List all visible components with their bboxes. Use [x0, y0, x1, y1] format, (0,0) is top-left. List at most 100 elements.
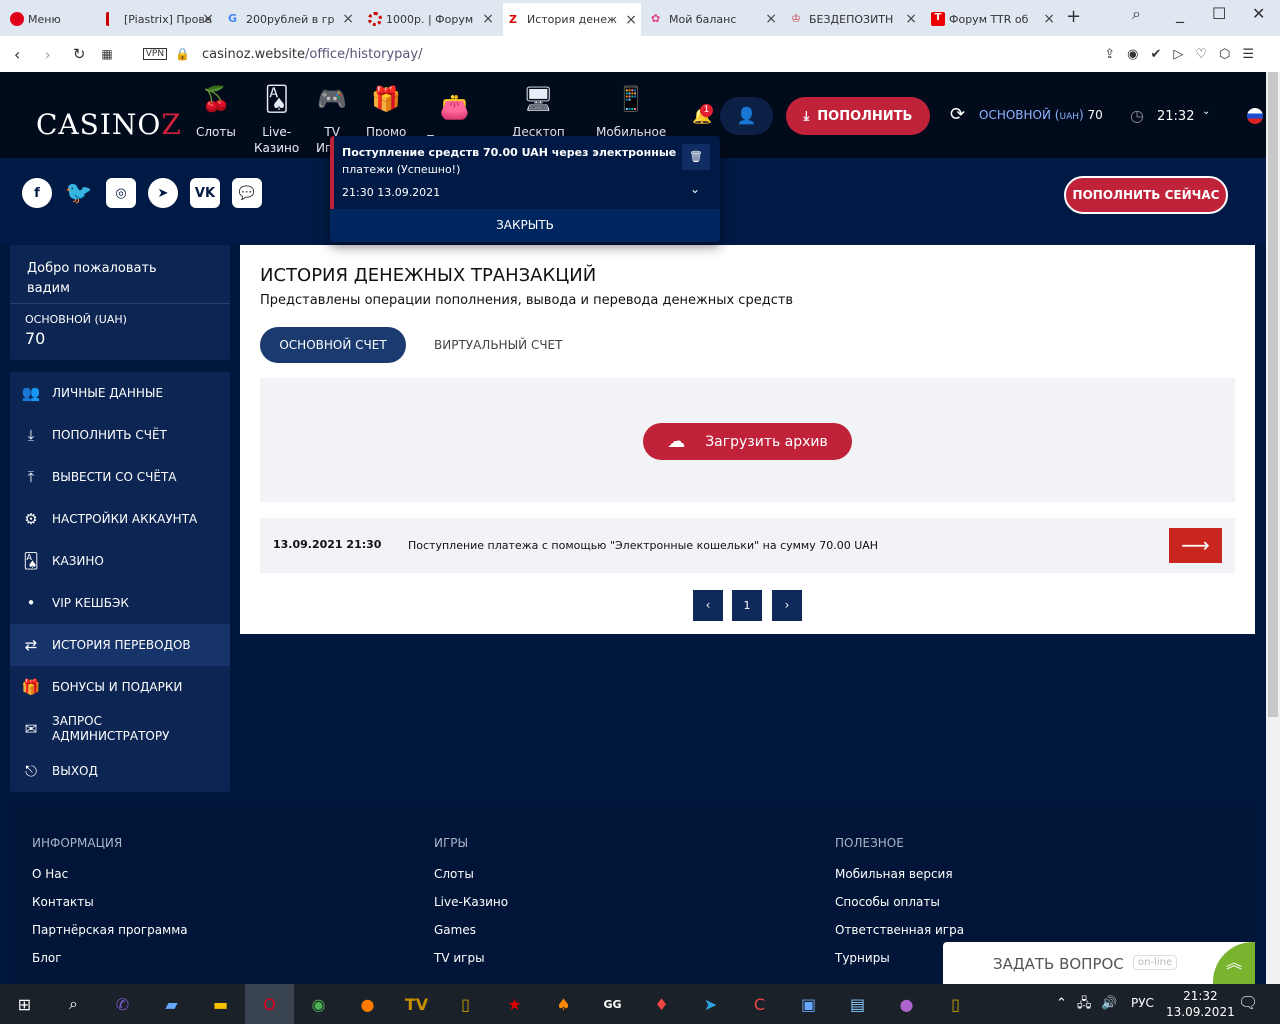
close-tab-icon[interactable]: × — [202, 11, 214, 27]
new-tab-button[interactable]: + — [1066, 6, 1081, 27]
sidebar-item-user-plus[interactable]: 👥 ЛИЧНЫЕ ДАННЫЕ — [10, 372, 230, 414]
app-icon[interactable]: ♦ — [637, 984, 686, 1024]
sidebar-item-arrows[interactable]: ⇄ ИСТОРИЯ ПЕРЕВОДОВ — [10, 624, 230, 666]
chevron-up-icon[interactable]: ︽ — [1213, 942, 1255, 984]
tab[interactable]: G 200рублей в гр × — [222, 6, 358, 32]
page-1-button[interactable]: 1 — [732, 590, 762, 621]
facebook-icon[interactable]: f — [22, 178, 52, 208]
footer-link[interactable]: Ответственная игра — [835, 923, 964, 937]
app-icon[interactable]: ▯ — [441, 984, 490, 1024]
profile-button[interactable]: 👤 — [720, 97, 773, 135]
close-tab-icon[interactable]: × — [625, 12, 637, 28]
maximize-button[interactable]: ☐ — [1212, 4, 1226, 23]
back-button[interactable]: ‹ — [14, 45, 20, 64]
speed-dial-icon[interactable]: ▦ — [101, 47, 112, 61]
vpn-badge[interactable]: VPN — [142, 48, 168, 60]
footer-link[interactable]: Слоты — [434, 867, 474, 881]
account-balance[interactable]: ОСНОВНОЙ (UAH) 70 — [979, 108, 1103, 122]
close-tab-icon[interactable]: × — [905, 11, 917, 27]
close-tab-icon[interactable]: × — [1043, 11, 1055, 27]
sidebar-item-envelope[interactable]: ✉ ЗАПРОС АДМИНИСТРАТОРУ — [10, 708, 230, 750]
toolbar-icons[interactable]: ⇪◉✔▷♡⬡☰ — [1104, 47, 1266, 62]
logo[interactable]: CASINOZ — [36, 108, 182, 141]
tv-app-icon[interactable]: TV — [392, 984, 441, 1024]
gg-icon[interactable]: GG — [588, 984, 637, 1024]
browser-menu[interactable]: Меню — [4, 6, 94, 32]
tab[interactable]: [Piastrix] Прове × — [100, 6, 218, 32]
close-window-button[interactable]: ✕ — [1252, 4, 1265, 23]
tab[interactable]: ✿ Мой баланс × — [645, 6, 781, 32]
tray-icons[interactable]: ⌃🖧🔊 — [1056, 994, 1128, 1016]
sidebar-item-exit[interactable]: ⎋ ВЫХОД — [10, 750, 230, 792]
chrome-icon[interactable]: ◉ — [294, 984, 343, 1024]
footer-link[interactable]: Live-Казино — [434, 895, 508, 909]
deposit-now-button[interactable]: ПОПОЛНИТЬ СЕЙЧАС — [1064, 176, 1228, 214]
deposit-button[interactable]: ⤓ ПОПОЛНИТЬ — [786, 97, 930, 135]
close-tab-icon[interactable]: × — [342, 11, 354, 27]
instagram-icon[interactable]: ◎ — [106, 178, 136, 208]
app-icon[interactable]: ▤ — [833, 984, 882, 1024]
scrollbar[interactable] — [1266, 72, 1280, 984]
sidebar-item-dot[interactable]: • VIP КЕШБЭК — [10, 582, 230, 624]
ask-question-widget[interactable]: ЗАДАТЬ ВОПРОС on-line ︽ — [943, 942, 1255, 984]
forward-button[interactable]: › — [44, 45, 50, 64]
telegram-taskbar-icon[interactable]: ➤ — [686, 984, 735, 1024]
close-tab-icon[interactable]: × — [765, 11, 777, 27]
tab[interactable]: ♔ БЕЗДЕПОЗИТН × — [785, 6, 921, 32]
trash-icon[interactable]: 🗑 — [682, 144, 710, 170]
arrow-right-button[interactable]: ⟶ — [1169, 528, 1222, 563]
opera-taskbar-icon[interactable]: O — [245, 984, 294, 1024]
ccleaner-icon[interactable]: C — [735, 984, 784, 1024]
nav-live-casino[interactable]: 🂡 Live- Казино — [254, 84, 299, 156]
language-indicator[interactable]: РУС — [1131, 996, 1154, 1010]
telegram-icon[interactable]: ➤ — [148, 178, 178, 208]
windows-start-icon[interactable]: ⊞ — [0, 984, 49, 1024]
tab[interactable]: T Форум TTR об × — [925, 6, 1059, 32]
chat-icon[interactable]: 💬 — [232, 178, 262, 208]
chevron-down-icon[interactable]: ⌄ — [1202, 106, 1210, 117]
nav-promo[interactable]: 🎁 Промо — [366, 84, 406, 140]
viber-icon[interactable]: ✆ — [98, 984, 147, 1024]
tab[interactable]: 1000р. | Форум × — [362, 6, 498, 32]
next-page-button[interactable]: › — [772, 590, 802, 621]
download-archive-button[interactable]: ☁ Загрузить архив — [643, 423, 852, 460]
app-icon[interactable]: ▯ — [931, 984, 980, 1024]
close-notification-button[interactable]: ЗАКРЫТЬ — [330, 209, 720, 242]
refresh-balance-icon[interactable]: ⟳ — [950, 104, 965, 125]
chevron-down-icon[interactable]: ⌄ — [690, 182, 700, 196]
footer-link[interactable]: Контакты — [32, 895, 94, 909]
footer-link[interactable]: О Нас — [32, 867, 68, 881]
tab-main-account[interactable]: ОСНОВНОЙ СЧЕТ — [260, 327, 406, 363]
file-explorer-icon[interactable]: ▬ — [196, 984, 245, 1024]
footer-link[interactable]: Способы оплаты — [835, 895, 940, 909]
twitter-icon[interactable]: 🐦 — [64, 178, 94, 208]
sidebar-item-download[interactable]: ⤓ ПОПОЛНИТЬ СЧЁТ — [10, 414, 230, 456]
search-icon[interactable]: ⌕ — [1132, 4, 1141, 24]
taskbar-clock[interactable]: 21:32 13.09.2021 — [1166, 988, 1235, 1020]
minimize-button[interactable]: _ — [1176, 4, 1184, 23]
firefox-icon[interactable]: ● — [343, 984, 392, 1024]
reload-button[interactable]: ↻ — [73, 45, 86, 63]
tab-active[interactable]: Z История денеж × — [503, 3, 641, 36]
footer-link[interactable]: Мобильная версия — [835, 867, 953, 881]
prev-page-button[interactable]: ‹ — [693, 590, 723, 621]
search-icon[interactable]: ⌕ — [49, 984, 98, 1024]
footer-link[interactable]: Блог — [32, 951, 62, 965]
close-tab-icon[interactable]: × — [482, 11, 494, 27]
footer-link[interactable]: TV игры — [434, 951, 485, 965]
app-icon[interactable]: ● — [882, 984, 931, 1024]
nav-mobile[interactable]: 📱 Мобильное — [596, 84, 666, 140]
notifications-icon[interactable]: 🗨 — [1238, 993, 1258, 1012]
footer-link[interactable]: Games — [434, 923, 476, 937]
sidebar-item-cards[interactable]: 🂡 КАЗИНО — [10, 540, 230, 582]
app-icon[interactable]: ▰ — [147, 984, 196, 1024]
sidebar-item-gift[interactable]: 🎁 БОНУСЫ И ПОДАРКИ — [10, 666, 230, 708]
footer-link[interactable]: Турниры — [835, 951, 890, 965]
nav-slots[interactable]: 🍒 Слоты — [196, 84, 236, 140]
app-icon[interactable]: ▣ — [784, 984, 833, 1024]
pokerstars-icon[interactable]: ★ — [490, 984, 539, 1024]
nav-desktop[interactable]: 🖥 Десктоп — [512, 84, 565, 140]
footer-link[interactable]: Партнёрская программа — [32, 923, 188, 937]
sidebar-item-upload[interactable]: ⤒ ВЫВЕСТИ СО СЧЁТА — [10, 456, 230, 498]
sidebar-item-gears[interactable]: ⚙ НАСТРОЙКИ АККАУНТА — [10, 498, 230, 540]
